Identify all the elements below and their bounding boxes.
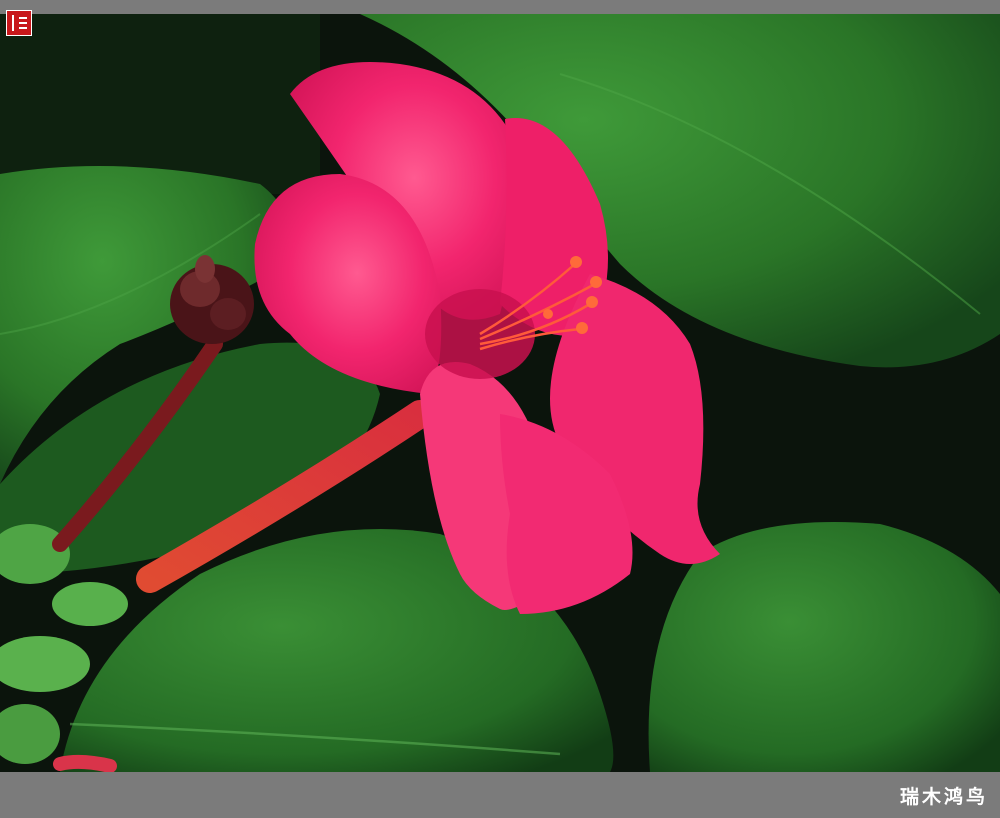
red-seal-stamp-icon xyxy=(6,10,32,36)
top-frame-border xyxy=(0,0,1000,14)
caption-signature: 瑞木鸿鸟 xyxy=(899,786,988,808)
photo xyxy=(0,14,1000,772)
flower-photo-illustration xyxy=(0,14,1000,772)
bottom-frame-border: 瑞木鸿鸟 xyxy=(0,772,1000,818)
green-bud xyxy=(52,582,128,626)
